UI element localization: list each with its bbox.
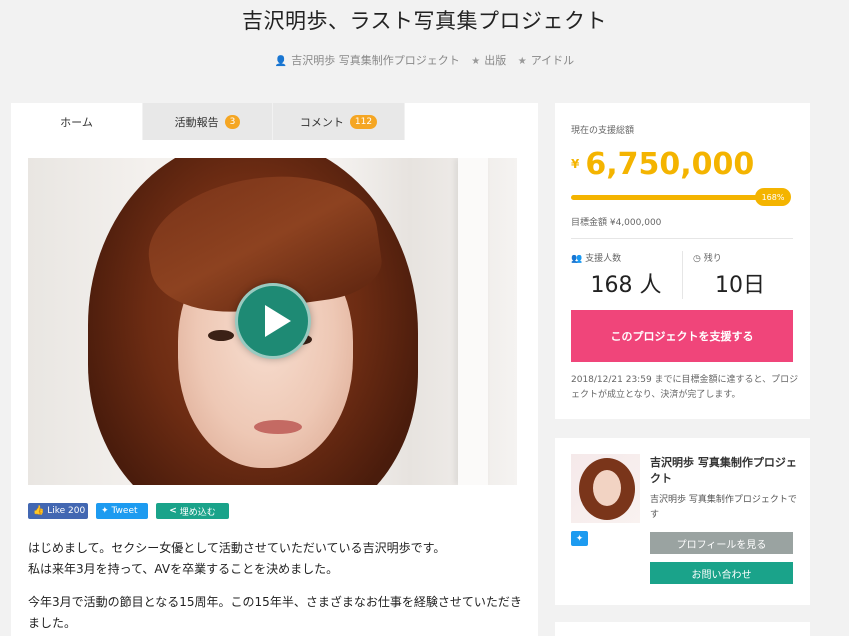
tweet-label: Tweet xyxy=(111,506,138,516)
embed-button[interactable]: < 埋め込む xyxy=(156,503,229,519)
tab-comments-label: コメント xyxy=(299,115,344,129)
star-icon: ★ xyxy=(517,56,527,67)
clock-icon: ◷ xyxy=(693,254,701,264)
embed-label: 埋め込む xyxy=(179,507,216,518)
category-label-1: 出版 xyxy=(484,54,507,67)
next-card xyxy=(555,622,810,636)
supporters-count: 168 人 xyxy=(590,273,662,298)
avatar-face xyxy=(593,470,621,506)
tab-comments[interactable]: コメント 112 xyxy=(273,103,405,140)
activity-count-badge: 3 xyxy=(224,114,241,129)
like-count: 200 xyxy=(68,506,86,516)
people-icon: 👥 xyxy=(571,254,583,264)
tab-home-label: ホーム xyxy=(60,115,93,129)
tab-bar: ホーム 活動報告 3 コメント 112 xyxy=(11,103,405,140)
funding-card: 現在の支援総額 ¥6,750,000 168% 目標金額 ¥4,000,000 … xyxy=(555,103,810,419)
tweet-button[interactable]: ✦ Tweet xyxy=(96,503,148,519)
funding-percent-badge: 168% xyxy=(755,188,791,206)
share-icon: < xyxy=(169,506,177,516)
view-profile-button[interactable]: プロフィールを見る xyxy=(650,532,793,554)
comment-count-badge: 112 xyxy=(349,114,378,129)
description-line: 私は来年3月を持って、AVを卒業することを決めました。 xyxy=(28,562,339,576)
facebook-like-button[interactable]: 👍 Like 200 xyxy=(28,503,88,519)
project-meta: 👤 吉沢明歩 写真集制作プロジェクト ★ 出版 ★ アイドル xyxy=(0,52,849,68)
description-paragraph-2: 今年3月で活動の節目となる15周年。この15年半、さまざまなお仕事を経験させてい… xyxy=(28,595,522,630)
owner-meta-label: 吉沢明歩 写真集制作プロジェクト xyxy=(291,54,460,67)
owner-link[interactable]: 👤 吉沢明歩 写真集制作プロジェクト xyxy=(273,54,462,67)
remaining-label: ◷ 残り xyxy=(693,251,722,264)
support-project-button[interactable]: このプロジェクトを支援する xyxy=(571,310,793,362)
twitter-bird-icon: ✦ xyxy=(101,506,109,516)
category-link-publishing[interactable]: ★ 出版 xyxy=(469,54,508,67)
user-icon: 👤 xyxy=(274,56,288,67)
twitter-icon[interactable]: ✦ xyxy=(571,531,588,546)
tab-activity-report[interactable]: 活動報告 3 xyxy=(143,103,273,140)
remaining-label-text: 残り xyxy=(703,254,722,264)
category-link-idol[interactable]: ★ アイドル xyxy=(516,54,576,67)
project-description: はじめまして。セクシー女優として活動させていただいている吉沢明歩です。 私は来年3… xyxy=(28,538,523,636)
star-icon: ★ xyxy=(471,56,481,67)
owner-name[interactable]: 吉沢明歩 写真集制作プロジェクト xyxy=(650,455,800,487)
funding-total-label: 現在の支援総額 xyxy=(571,126,635,136)
like-label: Like xyxy=(47,506,66,516)
page-title: 吉沢明歩、ラスト写真集プロジェクト xyxy=(241,9,608,33)
funding-amount: ¥6,750,000 xyxy=(571,147,754,182)
supporters-label-text: 支援人数 xyxy=(585,254,622,264)
deadline-note: 2018/12/21 23:59 までに目標金額に達すると、プロジェクトが成立と… xyxy=(571,375,799,400)
funding-progress-bar xyxy=(571,195,776,200)
remaining-days: 10日 xyxy=(715,273,765,298)
main-content: ホーム 活動報告 3 コメント 112 👍 Like 200 ✦ Tweet < 埋め込む… xyxy=(11,103,538,636)
owner-avatar[interactable] xyxy=(571,454,640,523)
description-paragraph-1: はじめまして。セクシー女優として活動させていただいている吉沢明歩です。 私は来年3… xyxy=(28,538,523,580)
description-line: はじめまして。セクシー女優として活動させていただいている吉沢明歩です。 xyxy=(28,541,446,555)
stats-divider xyxy=(682,251,683,299)
project-video[interactable] xyxy=(28,158,517,485)
tab-home[interactable]: ホーム xyxy=(11,103,143,140)
goal-amount: 目標金額 ¥4,000,000 xyxy=(571,218,662,228)
tab-activity-label: 活動報告 xyxy=(174,115,219,129)
owner-description: 吉沢明歩 写真集制作プロジェクトです xyxy=(650,495,797,520)
divider xyxy=(571,238,793,239)
category-label-2: アイドル xyxy=(530,54,575,67)
owner-card: 吉沢明歩 写真集制作プロジェクト 吉沢明歩 写真集制作プロジェクトです ✦ プロ… xyxy=(555,438,810,605)
currency-symbol: ¥ xyxy=(571,157,580,171)
thumbs-up-icon: 👍 xyxy=(33,506,45,516)
hero-image-eye xyxy=(208,330,234,341)
contact-button[interactable]: お問い合わせ xyxy=(650,562,793,584)
hero-image-lips xyxy=(254,420,302,434)
background-pillar xyxy=(458,158,488,485)
funding-amount-value: 6,750,000 xyxy=(585,147,755,182)
play-button-icon[interactable] xyxy=(235,283,311,359)
supporters-label: 👥 支援人数 xyxy=(571,251,621,264)
share-buttons: 👍 Like 200 ✦ Tweet < 埋め込む xyxy=(28,503,229,519)
